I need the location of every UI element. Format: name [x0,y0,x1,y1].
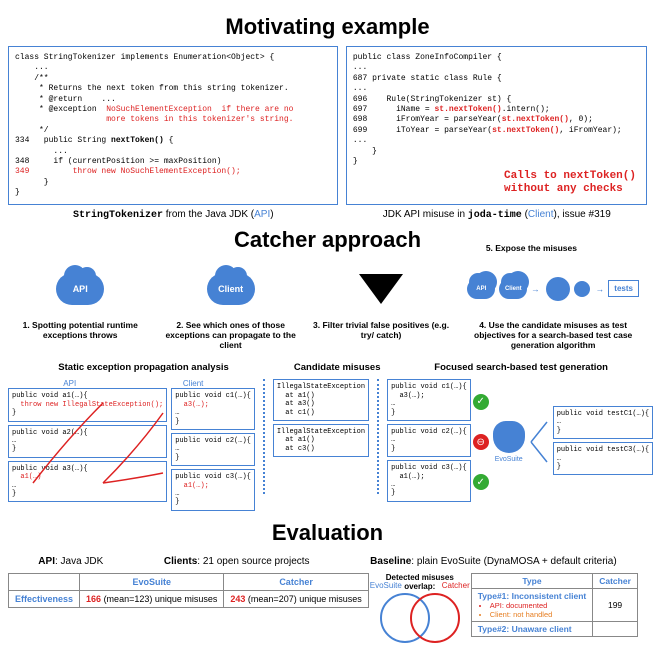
code-right: public class ZoneInfoCompiler { ... 687 … [346,46,647,205]
caption-right: JDK API misuse in joda-time (Client), is… [347,209,647,221]
client-c2-box: public void c2(…){ … } [171,433,255,466]
eval-row: EvoSuiteCatcher Effectiveness 166 (mean=… [8,573,647,648]
funnel-icon [359,274,403,304]
focused-c2-box: public void c2(…){ … } [387,424,471,457]
caption-left: StringTokenizer from the Java JDK (API) [8,209,339,221]
effectiveness-table: EvoSuiteCatcher Effectiveness 166 (mean=… [8,573,369,608]
nope-icon: ⊖ [473,434,489,450]
title-motivating: Motivating example [8,14,647,40]
test-c1-box: public void testC1(…){ … } [553,406,653,439]
focused-c3-box: public void c3(…){ a1(…); … } [387,460,471,502]
dotted-sep-2 [377,379,379,494]
cloud-sm-api-icon: API [467,279,495,299]
detail-row: APIClient public void a1(…){ throw new I… [8,379,647,513]
cloud-client-icon: Client [207,273,255,305]
candidate-2-box: IllegalStateException at a1() at c3() [273,424,369,457]
step5-label: 5. Expose the misuses [486,243,577,253]
type-table: TypeCatcher Type#1: Inconsistent clientA… [471,573,638,637]
api-a2-box: public void a2(…){ … } [8,425,167,458]
api-a3-box: public void a3(…){ a1(…) … } [8,461,167,503]
callout-text: Calls to nextToken()without any checks [504,170,636,196]
code-row: class StringTokenizer implements Enumera… [8,46,647,205]
candidate-1-box: IllegalStateException at a1() at a3() at… [273,379,369,421]
focused-c1-box: public void c1(…){ a3(…); … } [387,379,471,421]
title-evaluation: Evaluation [8,520,647,546]
subheaders-row: Static exception propagation analysis Ca… [8,362,647,373]
venn-diagram: EvoSuite Catcher [375,593,465,648]
gear-sm-icon [574,281,590,297]
step-1: API 1. Spotting potential runtime except… [8,261,152,350]
dotted-sep-1 [263,379,265,494]
tests-box: tests [608,280,639,297]
test-c3-box: public void testC3(…){ … } [553,442,653,475]
api-a1-box: public void a1(…){ throw new IllegalStat… [8,388,167,421]
steps-row: 5. Expose the misuses API 1. Spotting po… [8,261,647,350]
client-c1-box: public void c1(…){ a3(…); … } [171,388,255,430]
step-2: Client 2. See which ones of those except… [158,261,302,350]
gear-icon [546,277,570,301]
cloud-sm-client-icon: Client [499,279,527,299]
client-c3-box: public void c3(…){ a1(…); … } [171,469,255,511]
cloud-api-icon: API [56,273,104,305]
eval-info-row: API: Java JDK Clients: 21 open source pr… [8,556,647,567]
code-left: class StringTokenizer implements Enumera… [8,46,338,205]
step-3: 3. Filter trivial false positives (e.g. … [309,261,453,350]
check-icon: ✓ [473,394,489,410]
evosuite-icon [493,421,525,453]
step-4: API Client → → tests 4. Use the candidat… [459,261,647,350]
check-icon-2: ✓ [473,474,489,490]
